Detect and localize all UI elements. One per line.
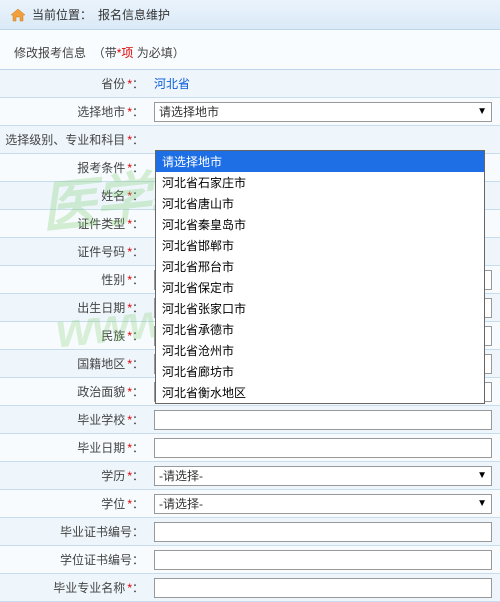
chevron-down-icon: ▼ [477, 106, 487, 117]
row-province: 省份*： 河北省 [0, 70, 500, 98]
school-input[interactable] [154, 410, 492, 430]
home-icon [10, 8, 26, 22]
row-grad-date: 毕业日期*： [0, 434, 500, 462]
city-option[interactable]: 河北省沧州市 [156, 340, 484, 361]
degree-select[interactable]: -请选择-▼ [154, 494, 492, 514]
grad-cert-no-input[interactable] [154, 522, 492, 542]
city-option[interactable]: 河北省承德市 [156, 319, 484, 340]
major-name-input[interactable] [154, 578, 492, 598]
form-subtitle: 修改报考信息 （带*项 为必填） [0, 30, 500, 69]
page-title: 报名信息维护 [98, 6, 170, 23]
row-school: 毕业学校*： [0, 406, 500, 434]
location-label: 当前位置： [32, 6, 92, 23]
city-option[interactable]: 河北省石家庄市 [156, 172, 484, 193]
breadcrumb-bar: 当前位置： 报名信息维护 [0, 0, 500, 30]
degree-cert-no-input[interactable] [154, 550, 492, 570]
city-option[interactable]: 河北省邢台市 [156, 256, 484, 277]
city-option[interactable]: 河北省张家口市 [156, 298, 484, 319]
city-option[interactable]: 河北省唐山市 [156, 193, 484, 214]
city-option[interactable]: 河北省秦皇岛市 [156, 214, 484, 235]
grad-date-input[interactable] [154, 438, 492, 458]
city-select[interactable]: 请选择地市▼ [154, 102, 492, 122]
city-option[interactable]: 请选择地市 [156, 151, 484, 172]
city-option[interactable]: 河北省邯郸市 [156, 235, 484, 256]
city-dropdown[interactable]: 请选择地市河北省石家庄市河北省唐山市河北省秦皇岛市河北省邯郸市河北省邢台市河北省… [155, 150, 485, 404]
education-select[interactable]: -请选择-▼ [154, 466, 492, 486]
city-option[interactable]: 河北省衡水地区 [156, 382, 484, 403]
row-degree: 学位*： -请选择-▼ [0, 490, 500, 518]
row-city: 选择地市*： 请选择地市▼ [0, 98, 500, 126]
row-grad-cert-no: 毕业证书编号： [0, 518, 500, 546]
province-value: 河北省 [154, 75, 190, 92]
city-option[interactable]: 河北省廊坊市 [156, 361, 484, 382]
row-major-name: 毕业专业名称*： [0, 574, 500, 602]
city-option[interactable]: 河北省保定市 [156, 277, 484, 298]
row-education: 学历*： -请选择-▼ [0, 462, 500, 490]
